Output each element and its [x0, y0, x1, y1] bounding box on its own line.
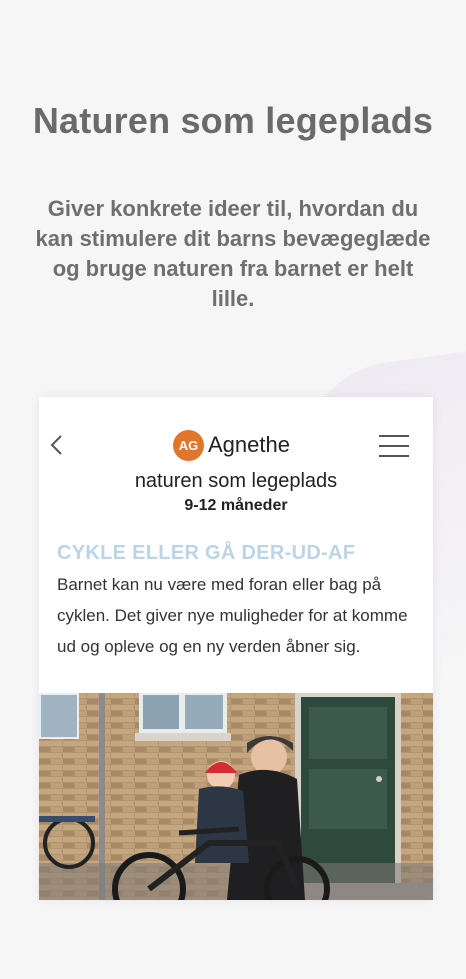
brand-logo: AG Agnethe — [173, 429, 290, 461]
hamburger-menu-icon[interactable] — [379, 435, 409, 457]
page-subtitle: 9-12 måneder — [184, 497, 288, 514]
promo-headline: Naturen som legeplads — [32, 100, 434, 141]
section-title: CYKLE ELLER GÅ DER-UD-AF — [57, 542, 356, 564]
page-title: naturen som legeplads — [134, 470, 338, 492]
article-photo — [39, 693, 433, 900]
article-body: Barnet kan nu være med foran eller bag p… — [57, 575, 408, 656]
chevron-left-icon[interactable] — [45, 433, 69, 457]
brand-name: Agnethe — [208, 432, 290, 457]
brand-badge: AG — [173, 429, 204, 461]
app-preview-card: AG Agnethe naturen som legeplads 9-12 må… — [39, 397, 433, 900]
promo-subtext: Giver konkrete ideer til, hvordan du kan… — [35, 196, 431, 311]
